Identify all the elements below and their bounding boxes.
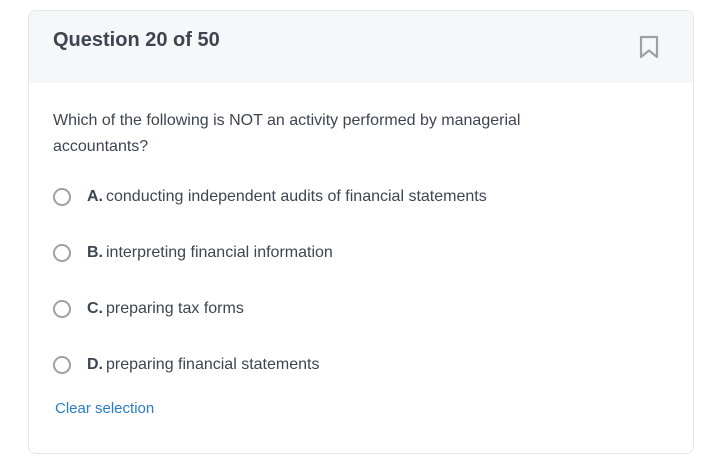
question-text: Which of the following is NOT an activit… <box>53 112 521 155</box>
clear-selection-link[interactable]: Clear selection <box>55 400 154 417</box>
radio-button-a[interactable] <box>53 188 71 206</box>
option-text: preparing tax forms <box>106 300 244 317</box>
option-text: preparing financial statements <box>106 356 320 373</box>
answer-option-c[interactable]: C. preparing tax forms <box>53 296 244 322</box>
radio-button-c[interactable] <box>53 300 71 318</box>
radio-button-b[interactable] <box>53 244 71 262</box>
answer-option-d[interactable]: D. preparing financial statements <box>53 352 319 378</box>
option-text: interpreting financial information <box>106 244 333 261</box>
answer-option-a[interactable]: A. conducting independent audits of fina… <box>53 184 487 210</box>
answer-option-b[interactable]: B. interpreting financial information <box>53 240 333 266</box>
question-title: Question 20 of 50 <box>53 29 220 51</box>
option-text: conducting independent audits of financi… <box>106 188 487 205</box>
bookmark-icon[interactable] <box>638 35 660 59</box>
option-letter: D. <box>87 356 103 373</box>
question-card: Question 20 of 50 Which of the following… <box>28 10 694 454</box>
question-header: Question 20 of 50 <box>29 11 693 83</box>
option-letter: C. <box>87 300 103 317</box>
option-letter: B. <box>87 244 103 261</box>
radio-button-d[interactable] <box>53 356 71 374</box>
option-letter: A. <box>87 188 103 205</box>
